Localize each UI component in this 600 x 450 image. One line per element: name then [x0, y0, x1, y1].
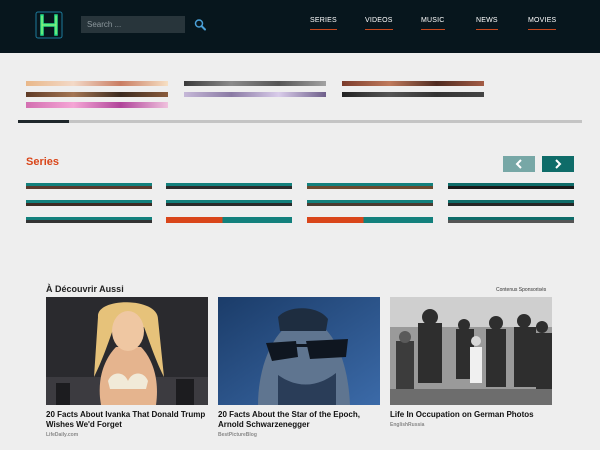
- carousel-slide[interactable]: [342, 92, 484, 97]
- series-title: Series: [26, 156, 60, 168]
- series-tile[interactable]: [448, 200, 574, 206]
- nav-movies[interactable]: MOVIES: [528, 17, 557, 30]
- card-source: EnglishRussia: [390, 422, 425, 428]
- series-tile[interactable]: [307, 200, 433, 206]
- nav-videos[interactable]: VIDEOS: [365, 17, 393, 30]
- sponsored-card-image[interactable]: [46, 297, 208, 405]
- series-tile[interactable]: [166, 217, 292, 223]
- series-tile[interactable]: [26, 183, 152, 189]
- carousel-slide[interactable]: [342, 81, 484, 86]
- sponsored-card-image[interactable]: [390, 297, 552, 405]
- carousel-scroll-thumb[interactable]: [18, 120, 69, 123]
- nav-series[interactable]: SERIES: [310, 17, 337, 30]
- nav-music[interactable]: MUSIC: [421, 17, 445, 30]
- sponsored-card[interactable]: 20 Facts About the Star of the Epoch, Ar…: [218, 297, 380, 442]
- series-tile[interactable]: [166, 183, 292, 189]
- carousel-scrollbar[interactable]: [18, 120, 582, 123]
- card-source: BestPictureBlog: [218, 432, 257, 438]
- card-title[interactable]: Life In Occupation on German Photos: [390, 410, 552, 420]
- carousel-slide[interactable]: [26, 81, 168, 86]
- series-tile[interactable]: [307, 183, 433, 189]
- carousel-slide[interactable]: [26, 102, 168, 108]
- sponsored-title: À Découvrir Aussi: [46, 284, 124, 294]
- sponsored-card[interactable]: 20 Facts About Ivanka That Donald Trump …: [46, 297, 208, 442]
- search-icon[interactable]: [193, 18, 207, 32]
- series-tile[interactable]: [448, 183, 574, 189]
- search-input[interactable]: [81, 16, 185, 33]
- carousel-slide[interactable]: [26, 92, 168, 97]
- carousel-slide[interactable]: [184, 81, 326, 86]
- series-grid: [26, 183, 576, 225]
- series-tile[interactable]: [26, 200, 152, 206]
- series-prev-button[interactable]: [503, 156, 535, 172]
- series-tile[interactable]: [448, 217, 574, 223]
- card-title[interactable]: 20 Facts About Ivanka That Donald Trump …: [46, 410, 208, 430]
- site-logo-icon[interactable]: [34, 10, 64, 40]
- sponsored-label[interactable]: Contenus Sponsorisés: [496, 287, 546, 293]
- sponsored-card-image[interactable]: [218, 297, 380, 405]
- site-header: SERIES VIDEOS MUSIC NEWS MOVIES: [0, 0, 600, 53]
- featured-carousel: [26, 80, 486, 110]
- card-source: LifeDaily.com: [46, 432, 79, 438]
- chevron-right-icon: [555, 159, 562, 169]
- series-tile[interactable]: [166, 200, 292, 206]
- chevron-left-icon: [515, 159, 522, 169]
- series-tile[interactable]: [307, 217, 433, 223]
- nav-news[interactable]: NEWS: [476, 17, 498, 30]
- card-title[interactable]: 20 Facts About the Star of the Epoch, Ar…: [218, 410, 380, 430]
- sponsored-card[interactable]: Life In Occupation on German Photos Engl…: [390, 297, 552, 442]
- series-tile[interactable]: [26, 217, 152, 223]
- series-next-button[interactable]: [542, 156, 574, 172]
- carousel-slide[interactable]: [184, 92, 326, 97]
